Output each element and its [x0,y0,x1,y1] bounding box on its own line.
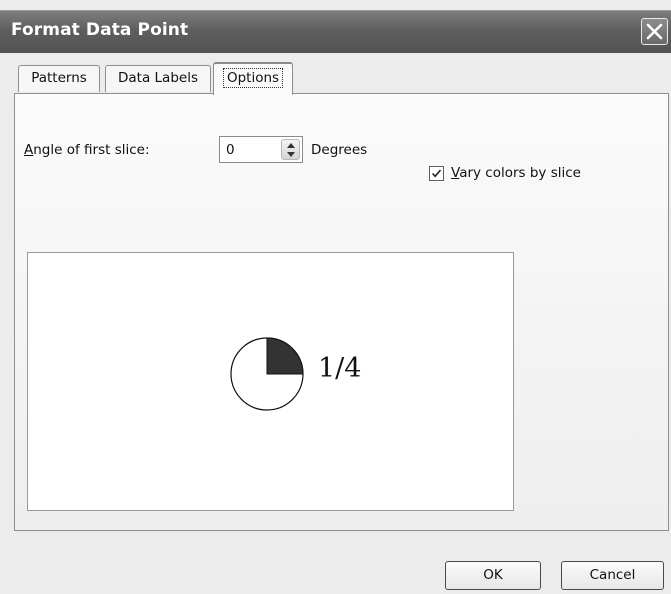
dialog-title: Format Data Point [11,20,189,40]
angle-input[interactable] [226,141,272,159]
ok-button[interactable]: OK [445,561,541,590]
vary-colors-label[interactable]: Vary colors by slice [451,165,581,181]
pie-slice [266,337,304,375]
dialog-body: Patterns Data Labels Options Angle of fi… [8,53,671,594]
angle-spinner[interactable] [219,136,303,163]
preview-area: 1/4 [27,252,514,511]
tab-data-labels[interactable]: Data Labels [105,65,211,92]
up-down-arrows-icon [287,143,295,157]
close-icon [646,23,663,40]
ok-button-label: OK [483,567,503,583]
vary-colors-checkbox[interactable] [429,166,444,181]
format-data-point-dialog: Format Data Point Patterns Data Labels O… [0,0,671,594]
degrees-label: Degrees [311,142,368,158]
cancel-button-label: Cancel [589,567,636,583]
tab-label: Options [222,68,284,88]
pie-preview-svg [230,337,304,411]
tab-label: Data Labels [118,70,198,86]
spin-buttons[interactable] [281,139,300,160]
angle-label: Angle of first slice: [24,142,150,158]
slice-fraction-label: 1/4 [318,353,362,384]
cancel-button[interactable]: Cancel [561,561,664,590]
tab-patterns[interactable]: Patterns [18,65,100,92]
tab-label: Patterns [31,70,87,86]
title-bar[interactable]: Format Data Point [0,10,671,53]
close-button[interactable] [641,18,668,45]
tab-options[interactable]: Options [213,62,293,95]
options-panel: Angle of first slice: Degrees Vary color… [14,93,669,531]
checkmark-icon [431,169,442,178]
